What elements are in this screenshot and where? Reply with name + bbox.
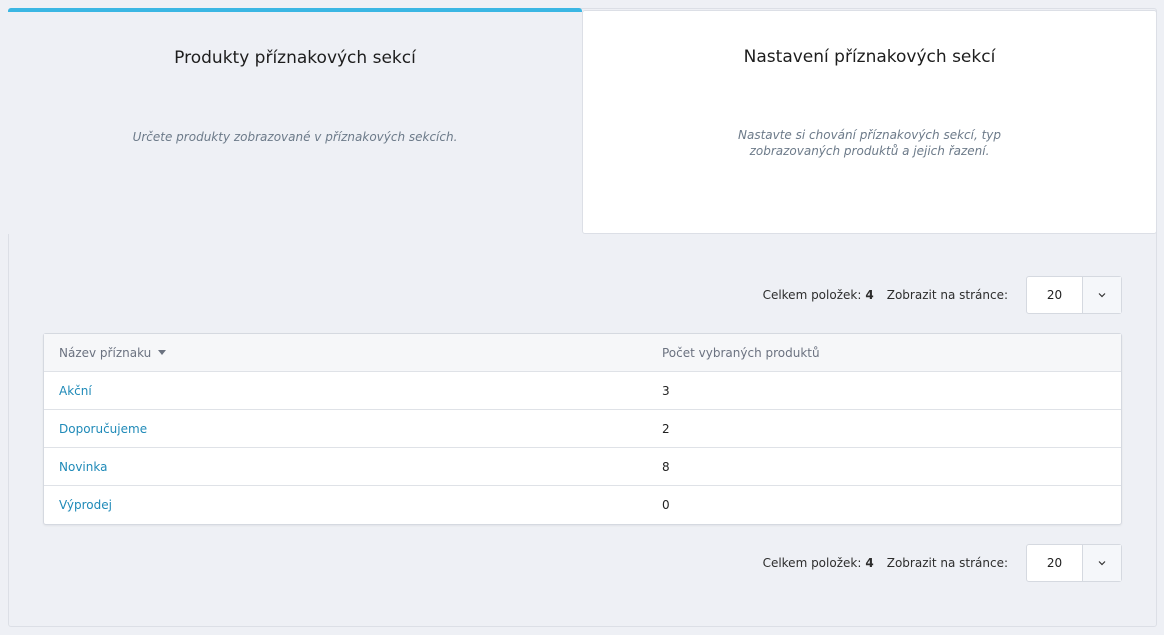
per-page-value[interactable]: 20 <box>1027 277 1082 313</box>
flags-table: Název příznaku Počet vybraných produktů … <box>43 333 1122 525</box>
section-tabs: Produkty příznakových sekcí Určete produ… <box>8 8 1157 234</box>
per-page-select[interactable]: 20 <box>1026 544 1122 582</box>
tab-settings[interactable]: Nastavení příznakových sekcí Nastavte si… <box>582 10 1157 234</box>
per-page-toggle-button[interactable] <box>1082 545 1121 581</box>
flag-link[interactable]: Akční <box>59 384 92 398</box>
table-row: Akční 3 <box>44 372 1121 410</box>
tab-settings-description: Nastavte si chování příznakových sekcí, … <box>737 128 1002 158</box>
table-row: Výprodej 0 <box>44 486 1121 524</box>
flag-link[interactable]: Výprodej <box>59 498 112 512</box>
product-count: 3 <box>662 383 670 398</box>
per-page-label: Zobrazit na stránce: <box>886 556 1008 570</box>
table-header-row: Název příznaku Počet vybraných produktů <box>44 334 1121 372</box>
table-row: Doporučujeme 2 <box>44 410 1121 448</box>
per-page-label: Zobrazit na stránce: <box>886 288 1008 302</box>
table-row: Novinka 8 <box>44 448 1121 486</box>
column-header-count: Počet vybraných produktů <box>662 345 820 360</box>
chevron-down-icon <box>1098 561 1106 566</box>
per-page-value[interactable]: 20 <box>1027 545 1082 581</box>
total-items-value: 4 <box>865 288 874 302</box>
tab-products[interactable]: Produkty příznakových sekcí Určete produ… <box>8 8 582 234</box>
tab-products-description: Určete produkty zobrazované v příznakový… <box>132 130 458 144</box>
total-items-label: Celkem položek: <box>762 556 862 570</box>
flag-link[interactable]: Doporučujeme <box>59 422 147 436</box>
sort-desc-icon[interactable] <box>158 350 167 355</box>
product-count: 8 <box>662 459 670 474</box>
total-items-value: 4 <box>865 556 874 570</box>
product-count: 2 <box>662 421 670 436</box>
column-header-name-label: Název příznaku <box>59 345 152 360</box>
tab-products-title: Produkty příznakových sekcí <box>174 48 416 68</box>
flag-link[interactable]: Novinka <box>59 460 107 474</box>
tab-settings-title: Nastavení příznakových sekcí <box>743 47 996 67</box>
pagination-top: Celkem položek: 4 Zobrazit na stránce: 2… <box>763 276 1122 314</box>
product-count: 0 <box>662 498 670 512</box>
per-page-toggle-button[interactable] <box>1082 277 1121 313</box>
chevron-down-icon <box>1098 293 1106 298</box>
pagination-bottom: Celkem položek: 4 Zobrazit na stránce: 2… <box>763 544 1122 582</box>
per-page-select[interactable]: 20 <box>1026 276 1122 314</box>
column-header-name[interactable]: Název příznaku <box>44 346 662 360</box>
total-items-label: Celkem položek: <box>762 288 862 302</box>
